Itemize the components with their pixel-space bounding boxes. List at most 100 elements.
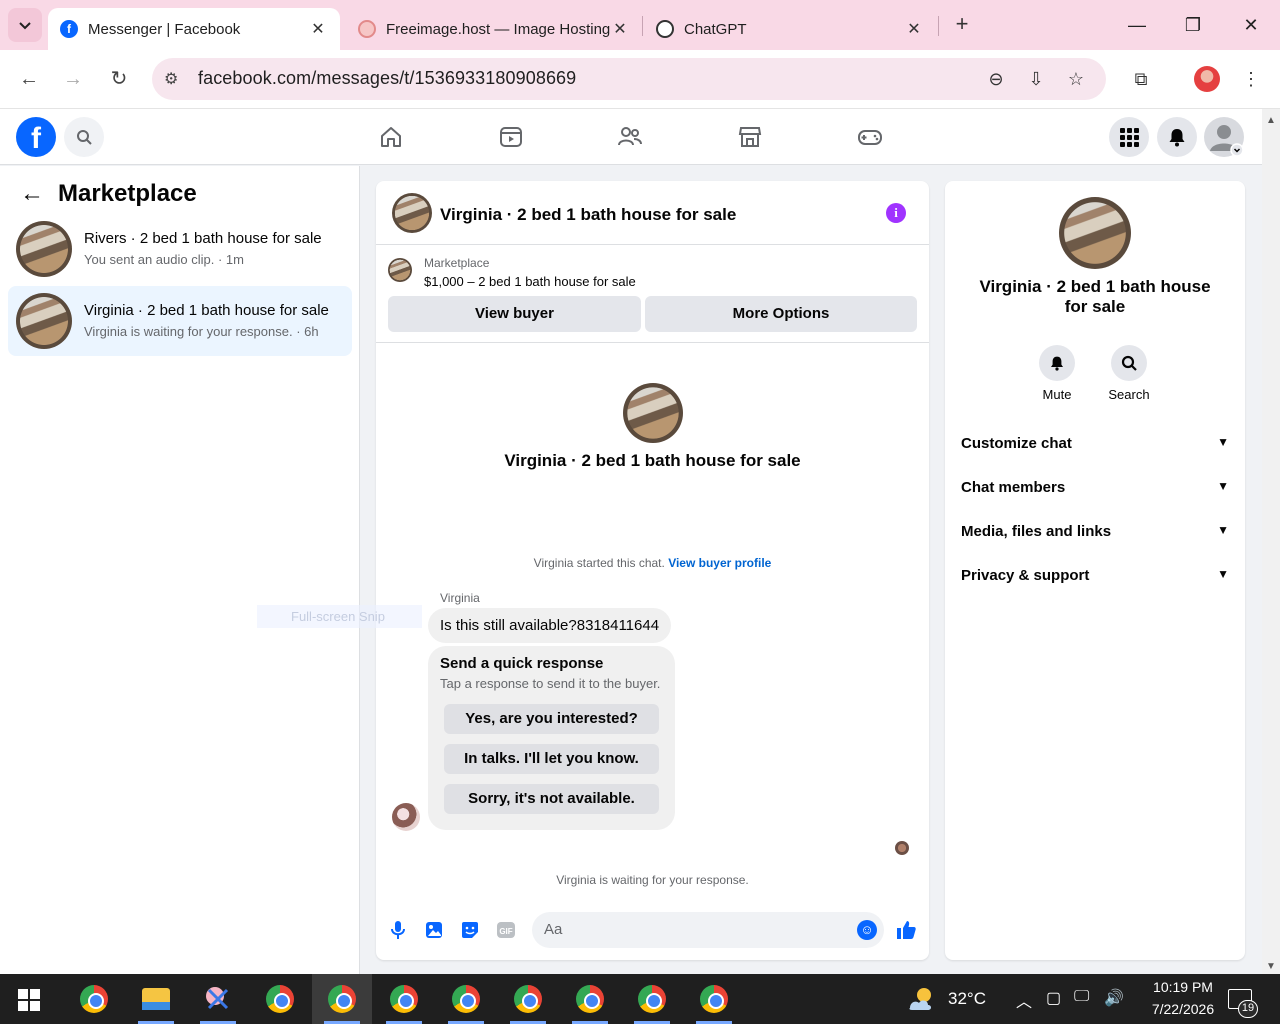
gif-icon[interactable]: GIF — [496, 920, 516, 940]
waiting-notice: Virginia is waiting for your response. — [556, 873, 749, 887]
sticker-icon[interactable] — [460, 920, 480, 940]
scroll-down-arrow[interactable]: ▼ — [1266, 961, 1276, 972]
site-info-icon[interactable]: ⚙ — [164, 69, 178, 89]
quick-response-yes-button[interactable]: Yes, are you interested? — [444, 704, 659, 734]
tab-freeimage[interactable]: Freeimage.host — Image Hosting ✕ — [346, 8, 642, 50]
nav-marketplace[interactable] — [700, 109, 800, 165]
microphone-icon[interactable] — [388, 920, 408, 940]
profile-avatar[interactable] — [1194, 66, 1220, 92]
message-input-placeholder: Aa — [544, 921, 563, 938]
clock-date[interactable]: 7/22/2026 — [1138, 1001, 1228, 1017]
chevron-down-icon — [19, 22, 31, 30]
windows-start-icon[interactable] — [18, 989, 40, 1011]
chat-info-avatar[interactable] — [1059, 197, 1131, 269]
customize-chat-section[interactable]: Customize chat ▼ — [961, 421, 1229, 465]
camera-tray-icon[interactable]: ▢ — [1046, 988, 1061, 1008]
nav-video[interactable] — [461, 109, 561, 165]
menu-button[interactable] — [1109, 117, 1149, 157]
chat-info-panel: Virginia · 2 bed 1 bath house for sale M… — [945, 181, 1245, 960]
network-icon[interactable]: 🖵 — [1074, 988, 1089, 1006]
more-options-button[interactable]: More Options — [645, 296, 917, 332]
facebook-logo[interactable]: f — [16, 117, 56, 157]
install-app-icon[interactable]: ⇩ — [1024, 67, 1048, 91]
chrome-icon — [576, 985, 604, 1013]
taskbar-app-chrome-active[interactable] — [312, 974, 372, 1024]
restore-button[interactable]: ❐ — [1178, 10, 1208, 40]
chat-members-section[interactable]: Chat members ▼ — [961, 465, 1229, 509]
view-buyer-button[interactable]: View buyer — [388, 296, 641, 332]
search-icon — [1111, 345, 1147, 381]
reload-button[interactable]: ↻ — [104, 64, 134, 94]
chat-avatar[interactable] — [392, 193, 432, 233]
menu-kebab-icon[interactable]: ⋮ — [1236, 64, 1266, 94]
mute-button[interactable]: Mute — [1027, 345, 1087, 402]
folder-icon — [142, 988, 170, 1010]
tab-chatgpt[interactable]: ChatGPT ✕ — [644, 8, 936, 50]
chatgpt-icon — [656, 20, 674, 38]
taskbar-app-chrome-profile[interactable] — [250, 974, 310, 1024]
message-input[interactable]: Aa ☺ — [532, 912, 884, 948]
zoom-icon[interactable]: ⊖ — [984, 67, 1008, 91]
close-icon[interactable]: ✕ — [904, 19, 924, 39]
extensions-icon[interactable]: ⧉ — [1126, 64, 1156, 94]
thumbs-up-icon[interactable] — [895, 919, 917, 947]
search-label: Search — [1108, 387, 1150, 402]
window-close-button[interactable]: ✕ — [1236, 10, 1266, 40]
taskbar-app-chrome-2[interactable] — [374, 974, 434, 1024]
url-text[interactable]: facebook.com/messages/t/1536933180908669 — [198, 68, 576, 89]
windows-taskbar: 32°C ︿ ▢ 🖵 🔊 10:19 PM 7/22/2026 19 — [0, 974, 1280, 1024]
taskbar-app-chrome-4[interactable] — [498, 974, 558, 1024]
tab-title: Freeimage.host — Image Hosting — [386, 20, 610, 38]
marketplace-listing-bar: Marketplace $1,000 – 2 bed 1 bath house … — [376, 246, 929, 343]
bookmark-star-icon[interactable]: ☆ — [1064, 67, 1088, 91]
search-conversation-button[interactable]: Search — [1099, 345, 1159, 402]
quick-response-in-talks-button[interactable]: In talks. I'll let you know. — [444, 744, 659, 774]
conversation-item-rivers[interactable]: Rivers · 2 bed 1 bath house for sale You… — [8, 214, 352, 284]
weather-partly-sunny-icon[interactable] — [906, 984, 936, 1014]
temperature-text[interactable]: 32°C — [948, 989, 986, 1009]
account-avatar-button[interactable] — [1204, 117, 1244, 157]
bell-icon — [1039, 345, 1075, 381]
chat-title[interactable]: Virginia · 2 bed 1 bath house for sale — [440, 205, 736, 225]
tab-separator — [642, 16, 643, 36]
taskbar-app-snipping-tool[interactable] — [188, 974, 248, 1024]
info-icon[interactable]: i — [886, 203, 906, 223]
notifications-button[interactable] — [1157, 117, 1197, 157]
conversation-item-virginia[interactable]: Virginia · 2 bed 1 bath house for sale V… — [8, 286, 352, 356]
minimize-button[interactable]: — — [1122, 10, 1152, 40]
scroll-up-arrow[interactable]: ▲ — [1266, 115, 1276, 126]
clock-time[interactable]: 10:19 PM — [1138, 979, 1228, 995]
taskbar-app-file-explorer[interactable] — [126, 974, 186, 1024]
media-files-links-section[interactable]: Media, files and links ▼ — [961, 509, 1229, 553]
privacy-support-section[interactable]: Privacy & support ▼ — [961, 553, 1229, 597]
chrome-icon — [390, 985, 418, 1013]
taskbar-app-chrome-3[interactable] — [436, 974, 496, 1024]
tray-overflow-chevron-icon[interactable]: ︿ — [1016, 988, 1032, 1012]
nav-gaming[interactable] — [820, 109, 920, 165]
taskbar-app-chrome-5[interactable] — [560, 974, 620, 1024]
quick-response-not-available-button[interactable]: Sorry, it's not available. — [444, 784, 659, 814]
taskbar-app-chrome[interactable] — [64, 974, 124, 1024]
sender-avatar[interactable] — [392, 803, 420, 831]
emoji-icon[interactable]: ☺ — [857, 920, 877, 940]
view-buyer-profile-link[interactable]: View buyer profile — [668, 556, 771, 570]
close-icon[interactable]: ✕ — [308, 19, 328, 39]
back-button[interactable]: ← — [14, 64, 44, 94]
listing-title[interactable]: $1,000 – 2 bed 1 bath house for sale — [424, 274, 636, 289]
taskbar-app-chrome-7[interactable] — [684, 974, 744, 1024]
page-scrollbar[interactable]: ▲ ▼ — [1262, 109, 1280, 974]
nav-home[interactable] — [341, 109, 441, 165]
tab-messenger[interactable]: f Messenger | Facebook ✕ — [48, 8, 340, 50]
address-bar[interactable]: ⚙ facebook.com/messages/t/15369331809086… — [152, 58, 1106, 100]
new-tab-button[interactable]: + — [950, 12, 974, 36]
image-icon[interactable] — [424, 920, 444, 940]
facebook-search-button[interactable] — [64, 117, 104, 157]
message-bubble[interactable]: Is this still available?8318411644 — [428, 608, 672, 643]
close-icon[interactable]: ✕ — [610, 19, 630, 39]
nav-friends[interactable] — [580, 109, 680, 165]
forward-button[interactable]: → — [58, 64, 88, 94]
volume-icon[interactable]: 🔊 — [1104, 988, 1124, 1008]
back-arrow-icon[interactable]: ← — [20, 180, 44, 208]
tab-search-button[interactable] — [8, 8, 42, 42]
taskbar-app-chrome-6[interactable] — [622, 974, 682, 1024]
